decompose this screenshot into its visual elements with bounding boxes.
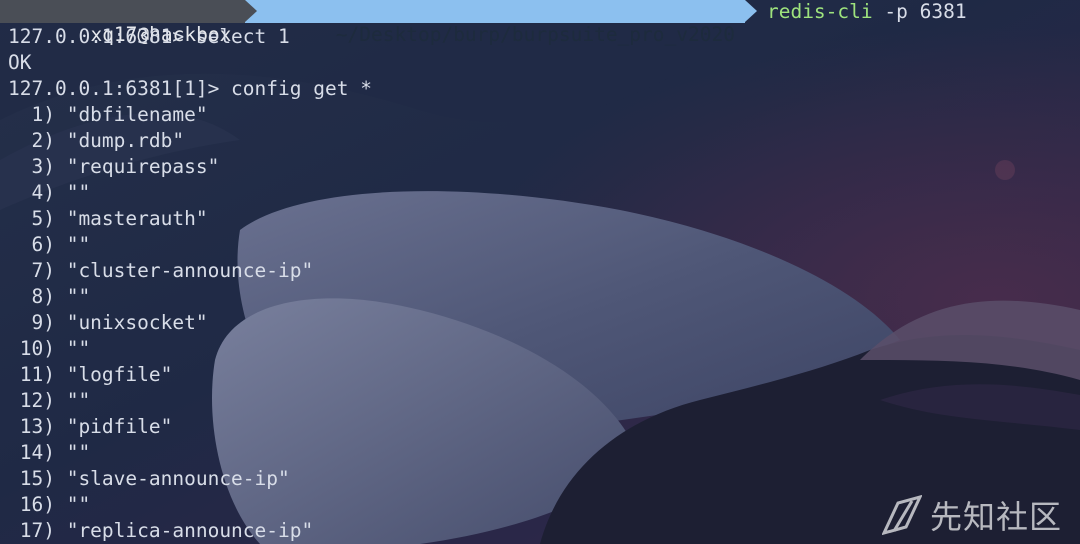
prompt-path-segment: ~/Desktop/burp/burpsuite_pro_v2020 [245,0,757,46]
terminal-line: 15) "slave-announce-ip" [8,467,290,490]
command-args: -p 6381 [872,0,967,23]
terminal-line: 6) "" [8,233,91,256]
watermark: 先知社区 [881,492,1062,538]
shell-prompt: xq17@hackbox ~/Desktop/burp/burpsuite_pr… [0,0,967,46]
prompt-path: ~/Desktop/burp/burpsuite_pro_v2020 [335,23,735,46]
terminal-line: 2) "dump.rdb" [8,129,185,152]
prompt-user-host-segment: xq17@hackbox [0,0,258,46]
terminal-line: 127.0.0.1:6381> select 1 [8,25,290,48]
terminal-line: 10) "" [8,337,91,360]
terminal-line: 13) "pidfile" [8,415,173,438]
terminal-line: 14) "" [8,441,91,464]
xianzhi-logo-icon [881,495,922,535]
terminal-line: 9) "unixsocket" [8,311,208,334]
terminal-line: 12) "" [8,389,91,412]
terminal-line: 16) "" [8,493,91,516]
watermark-text: 先知社区 [929,498,1062,536]
terminal-line: 1) "dbfilename" [8,103,208,126]
terminal-line: 127.0.0.1:6381[1]> config get * [8,77,372,100]
terminal-line: 11) "logfile" [8,363,173,386]
terminal-line: 8) "" [8,285,91,308]
powerline-arrow-icon [245,0,258,22]
terminal-line: 4) "" [8,181,91,204]
terminal-line: 3) "requirepass" [8,155,220,178]
terminal-window[interactable]: xq17@hackbox ~/Desktop/burp/burpsuite_pr… [0,0,1080,544]
powerline-arrow-icon [744,0,757,22]
command-name: redis-cli [766,0,873,23]
terminal-line: 17) "replica-announce-ip" [8,519,314,542]
prompt-command: redis-cli -p 6381 [745,0,967,23]
terminal-line: 7) "cluster-announce-ip" [8,259,314,282]
terminal-line: 5) "masterauth" [8,207,208,230]
terminal-line: OK [8,51,32,74]
